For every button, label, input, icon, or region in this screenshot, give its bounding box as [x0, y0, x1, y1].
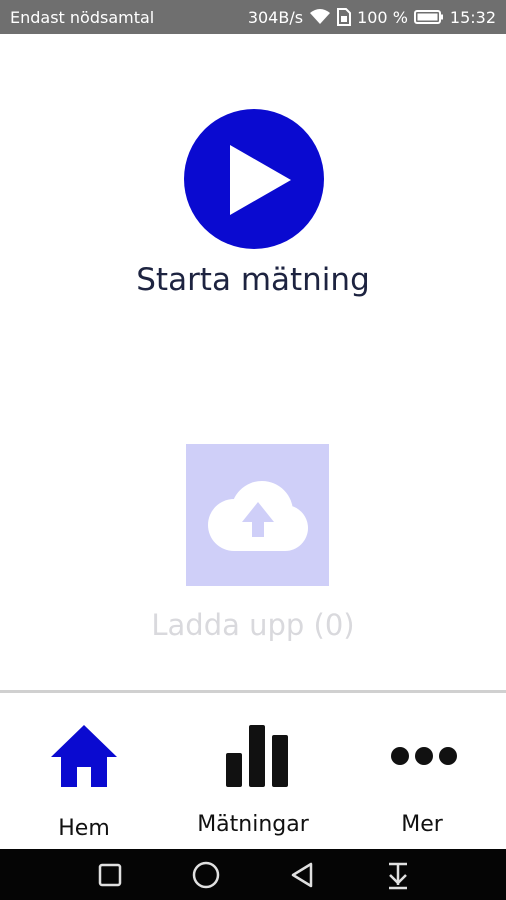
system-nav-bar [0, 849, 506, 900]
battery-percent: 100 % [357, 7, 408, 27]
recents-icon [98, 863, 122, 887]
clock: 15:32 [449, 7, 496, 27]
wifi-icon [309, 8, 331, 26]
nav-item-measurements[interactable]: Mätningar [168, 693, 338, 849]
start-measurement-label[interactable]: Starta mätning [0, 262, 506, 298]
cloud-upload-icon [208, 481, 308, 551]
sim-icon [337, 8, 352, 26]
battery-icon [413, 9, 444, 25]
status-bar: Endast nödsamtal 304B/s 100 % 15:32 [0, 0, 506, 34]
home-system-button[interactable] [176, 849, 236, 900]
back-icon [291, 862, 313, 888]
notifications-pull-icon [389, 862, 407, 890]
nav-label-home: Hem [58, 816, 110, 841]
carrier-text: Endast nödsamtal [10, 7, 155, 27]
recents-button[interactable] [80, 849, 140, 900]
start-measurement-button[interactable] [184, 109, 324, 249]
home-circle-icon [192, 861, 220, 889]
upload-label: Ladda upp (0) [151, 608, 355, 642]
nav-item-home[interactable]: Hem [0, 693, 168, 849]
app-screen: Endast nödsamtal 304B/s 100 % 15:32 Star… [0, 0, 506, 900]
status-icons: 304B/s 100 % 15:32 [248, 8, 496, 27]
bar-chart-icon [226, 725, 288, 787]
upload-button[interactable] [186, 444, 329, 586]
notifications-pull-button[interactable] [368, 849, 428, 900]
play-icon [230, 145, 291, 215]
nav-label-measurements: Mätningar [197, 812, 309, 837]
bottom-nav: Hem Mätningar Mer [0, 693, 506, 849]
network-speed: 304B/s [247, 7, 304, 27]
back-button[interactable] [272, 849, 332, 900]
nav-label-more: Mer [401, 812, 443, 837]
nav-item-more[interactable]: Mer [338, 693, 506, 849]
home-icon [51, 725, 117, 787]
more-icon [391, 747, 457, 765]
